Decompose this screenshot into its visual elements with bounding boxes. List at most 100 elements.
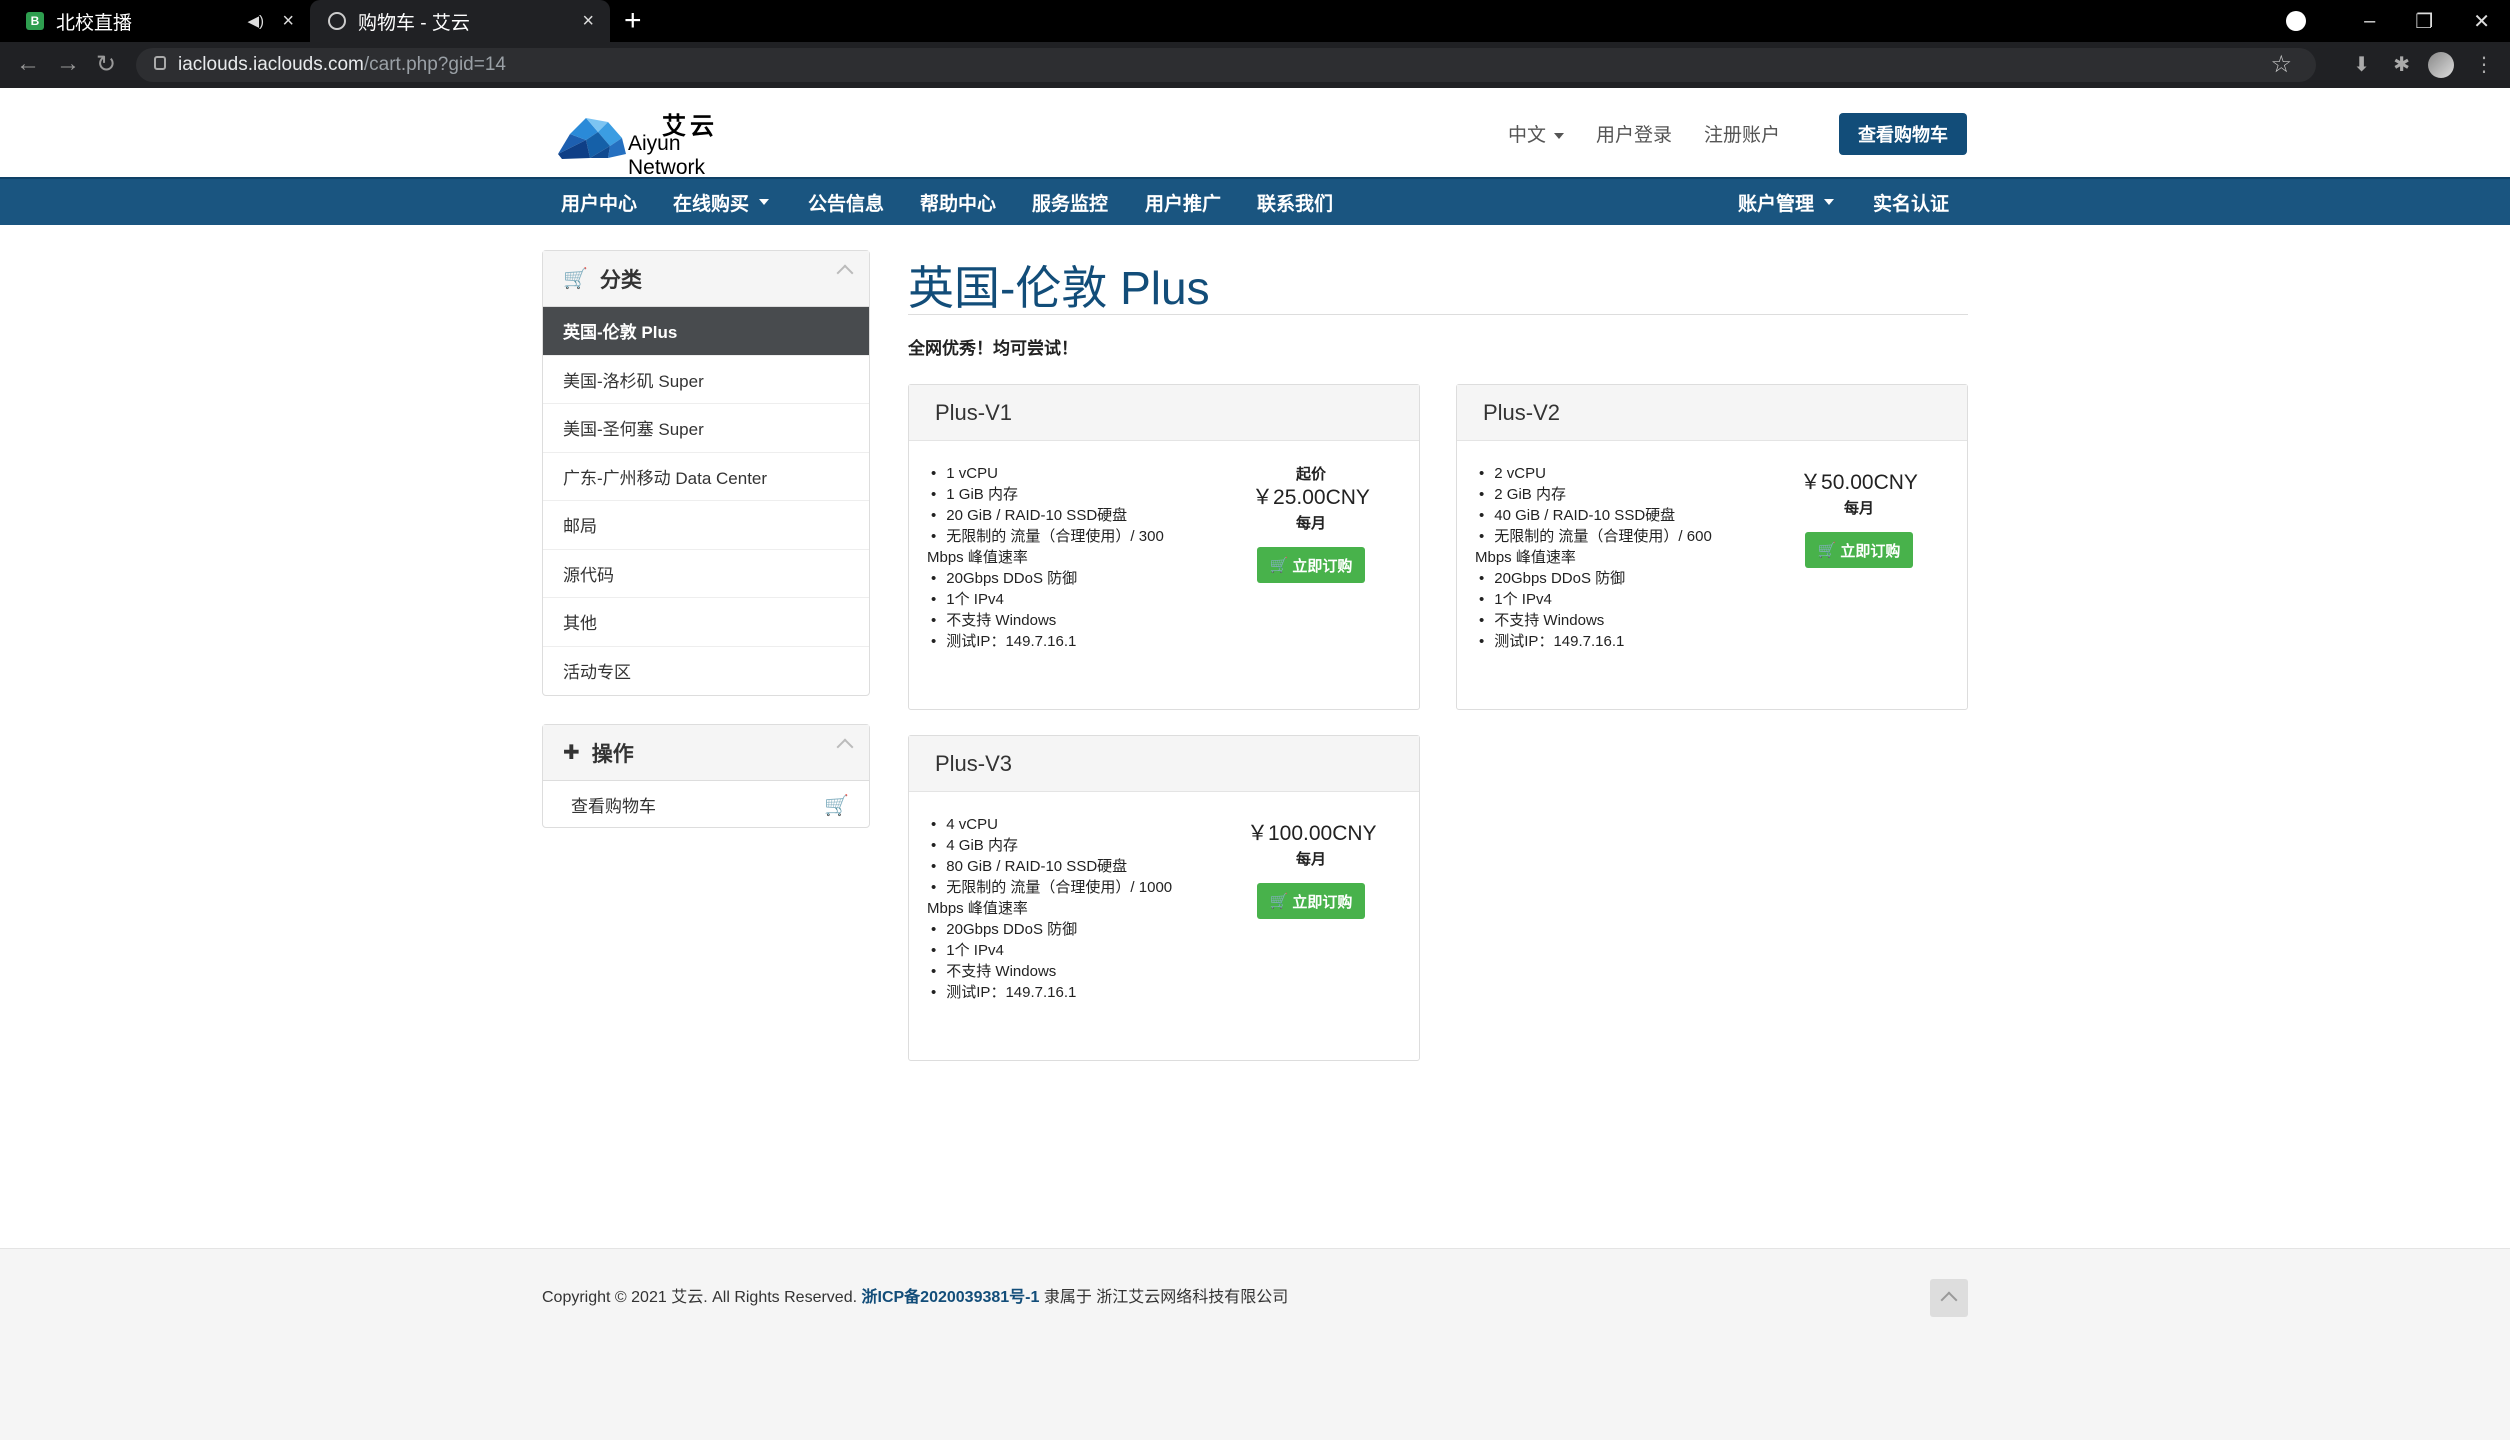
tagline: 全网优秀！均可尝试！ — [908, 339, 1078, 358]
plus-icon: ✚ — [563, 742, 580, 764]
footer: Copyright © 2021 艾云. All Rights Reserved… — [0, 1248, 2510, 1440]
panel-title: 分类 — [599, 268, 642, 292]
nav-contact[interactable]: 联系我们 — [1257, 179, 1333, 225]
feature-item: 1个 IPv4 — [1475, 589, 1745, 610]
product-card: Plus-V2 2 vCPU 2 GiB 内存 40 GiB / RAID-10… — [1456, 384, 1968, 710]
bookmark-star-icon[interactable]: ☆ — [2270, 50, 2292, 79]
speaker-icon[interactable]: ◀) — [247, 12, 264, 30]
menu-kebab-icon[interactable]: ⋮ — [2474, 52, 2494, 77]
feature-item: 2 vCPU — [1475, 463, 1745, 484]
price: ￥100.00CNY — [1247, 822, 1377, 845]
feature-item: 不支持 Windows — [1475, 610, 1745, 631]
pricing-block: ￥50.00CNY 每月 🛒 立即订购 — [1799, 469, 1919, 568]
order-now-button[interactable]: 🛒 立即订购 — [1257, 547, 1365, 583]
feature-item: 1个 IPv4 — [927, 940, 1197, 961]
category-item[interactable]: 广东-广州移动 Data Center — [543, 453, 869, 501]
button-label: 立即订购 — [1840, 542, 1901, 560]
action-view-cart[interactable]: 查看购物车 🛒 — [543, 781, 869, 827]
pricing-block: ￥100.00CNY 每月 🛒 立即订购 — [1247, 820, 1377, 919]
browser-tab-1[interactable]: B 北校直播 ◀) × — [0, 0, 310, 42]
restore-icon[interactable]: ❐ — [2415, 9, 2433, 34]
close-tab-icon[interactable]: × — [282, 10, 294, 33]
profile-indicator-icon[interactable] — [2286, 11, 2307, 31]
category-item[interactable]: 活动专区 — [543, 647, 869, 696]
nav-help-center[interactable]: 帮助中心 — [920, 179, 996, 225]
forward-arrow-icon[interactable]: → — [56, 50, 80, 78]
close-tab-icon[interactable]: × — [582, 10, 594, 33]
category-item[interactable]: 其他 — [543, 598, 869, 647]
register-link[interactable]: 注册账户 — [1704, 120, 1780, 147]
company-text: 隶属于 浙江艾云网络科技有限公司 — [1043, 1289, 1289, 1306]
categories-panel: 🛒 分类 英国-伦敦 Plus 美国-洛杉矶 Super 美国-圣何塞 Supe… — [542, 250, 870, 696]
nav-buy-online[interactable]: 在线购买 — [673, 179, 770, 225]
price: ￥25.00CNY — [1252, 486, 1370, 509]
nav-account-manage[interactable]: 账户管理 — [1738, 179, 1835, 225]
feature-item: 1 GiB 内存 — [927, 484, 1197, 505]
chevron-up-icon[interactable] — [836, 264, 854, 282]
category-item[interactable]: 英国-伦敦 Plus — [543, 307, 869, 356]
window-controls: – ❐ ✕ — [2286, 0, 2490, 42]
panel-title: 操作 — [591, 742, 634, 766]
order-now-button[interactable]: 🛒 立即订购 — [1257, 883, 1365, 919]
back-arrow-icon[interactable]: ← — [16, 50, 40, 78]
browser-toolbar: ← → ↻ iaclouds.iaclouds.com/cart.php?gid… — [0, 42, 2510, 88]
caret-down-icon — [1824, 199, 1835, 205]
nav-user-center[interactable]: 用户中心 — [561, 179, 637, 225]
nav-user-promo[interactable]: 用户推广 — [1145, 179, 1221, 225]
nav-service-monitor[interactable]: 服务监控 — [1032, 179, 1108, 225]
cloud-logo-icon — [558, 118, 626, 159]
feature-list: 1 vCPU 1 GiB 内存 20 GiB / RAID-10 SSD硬盘 无… — [927, 463, 1197, 652]
feature-item: 20 GiB / RAID-10 SSD硬盘 — [927, 505, 1197, 526]
site-logo[interactable]: 艾云 Aiyun Network — [550, 106, 760, 179]
cart-icon: 🛒 — [1817, 542, 1837, 559]
login-link[interactable]: 用户登录 — [1596, 120, 1672, 147]
price: ￥50.00CNY — [1800, 471, 1918, 494]
nav-verification[interactable]: 实名认证 — [1873, 179, 1949, 225]
profile-avatar[interactable] — [2428, 52, 2454, 78]
reload-icon[interactable]: ↻ — [96, 50, 116, 79]
minimize-icon[interactable]: – — [2364, 10, 2375, 33]
button-label: 立即订购 — [1292, 557, 1353, 575]
categories-panel-header[interactable]: 🛒 分类 — [543, 251, 869, 307]
feature-item: 测试IP：149.7.16.1 — [927, 982, 1197, 1003]
page-title: 英国-伦敦 Plus — [908, 262, 1210, 314]
feature-item: 不支持 Windows — [927, 610, 1197, 631]
category-item[interactable]: 美国-圣何塞 Super — [543, 404, 869, 453]
cart-icon: 🛒 — [563, 268, 588, 290]
chevron-up-icon[interactable] — [836, 738, 854, 756]
url-text[interactable]: iaclouds.iaclouds.com/cart.php?gid=14 — [178, 54, 506, 76]
feature-item: 4 GiB 内存 — [927, 835, 1197, 856]
cart-icon: 🛒 — [824, 795, 849, 817]
address-bar[interactable]: iaclouds.iaclouds.com/cart.php?gid=14 ☆ — [136, 48, 2316, 82]
close-window-icon[interactable]: ✕ — [2473, 9, 2490, 34]
back-to-top-button[interactable] — [1930, 1279, 1968, 1317]
top-links: 中文 用户登录 注册账户 — [1508, 120, 1780, 147]
feature-item: 2 GiB 内存 — [1475, 484, 1745, 505]
logo-english-text: Aiyun Network — [628, 132, 706, 179]
category-item[interactable]: 美国-洛杉矶 Super — [543, 356, 869, 404]
nav-announcements[interactable]: 公告信息 — [808, 179, 884, 225]
feature-item: 1 vCPU — [927, 463, 1197, 484]
extensions-puzzle-icon[interactable]: ✱ — [2393, 52, 2410, 77]
download-icon[interactable]: ⬇ — [2353, 52, 2370, 77]
price-from-label: 起价 — [1295, 466, 1326, 483]
actions-panel-header[interactable]: ✚ 操作 — [543, 725, 869, 781]
feature-item: 不支持 Windows — [927, 961, 1197, 982]
product-card: Plus-V1 1 vCPU 1 GiB 内存 20 GiB / RAID-10… — [908, 384, 1420, 710]
feature-item: 无限制的 流量（合理使用）/ 300 Mbps 峰值速率 — [927, 526, 1197, 568]
category-item[interactable]: 源代码 — [543, 550, 869, 598]
feature-item: 40 GiB / RAID-10 SSD硬盘 — [1475, 505, 1745, 526]
browser-tab-2[interactable]: 购物车 - 艾云 × — [310, 0, 610, 42]
feature-item: 20Gbps DDoS 防御 — [927, 568, 1197, 589]
view-cart-button[interactable]: 查看购物车 — [1839, 113, 1967, 155]
order-now-button[interactable]: 🛒 立即订购 — [1805, 532, 1913, 568]
button-label: 立即订购 — [1292, 893, 1353, 911]
category-item[interactable]: 邮局 — [543, 501, 869, 550]
feature-item: 80 GiB / RAID-10 SSD硬盘 — [927, 856, 1197, 877]
browser-tab-title: 购物车 - 艾云 — [358, 12, 470, 34]
globe-icon — [328, 12, 346, 30]
new-tab-icon[interactable]: + — [624, 4, 642, 38]
icp-link[interactable]: 浙ICP备2020039381号-1 — [862, 1289, 1040, 1306]
lock-icon[interactable] — [154, 56, 166, 70]
language-dropdown[interactable]: 中文 — [1508, 120, 1564, 147]
